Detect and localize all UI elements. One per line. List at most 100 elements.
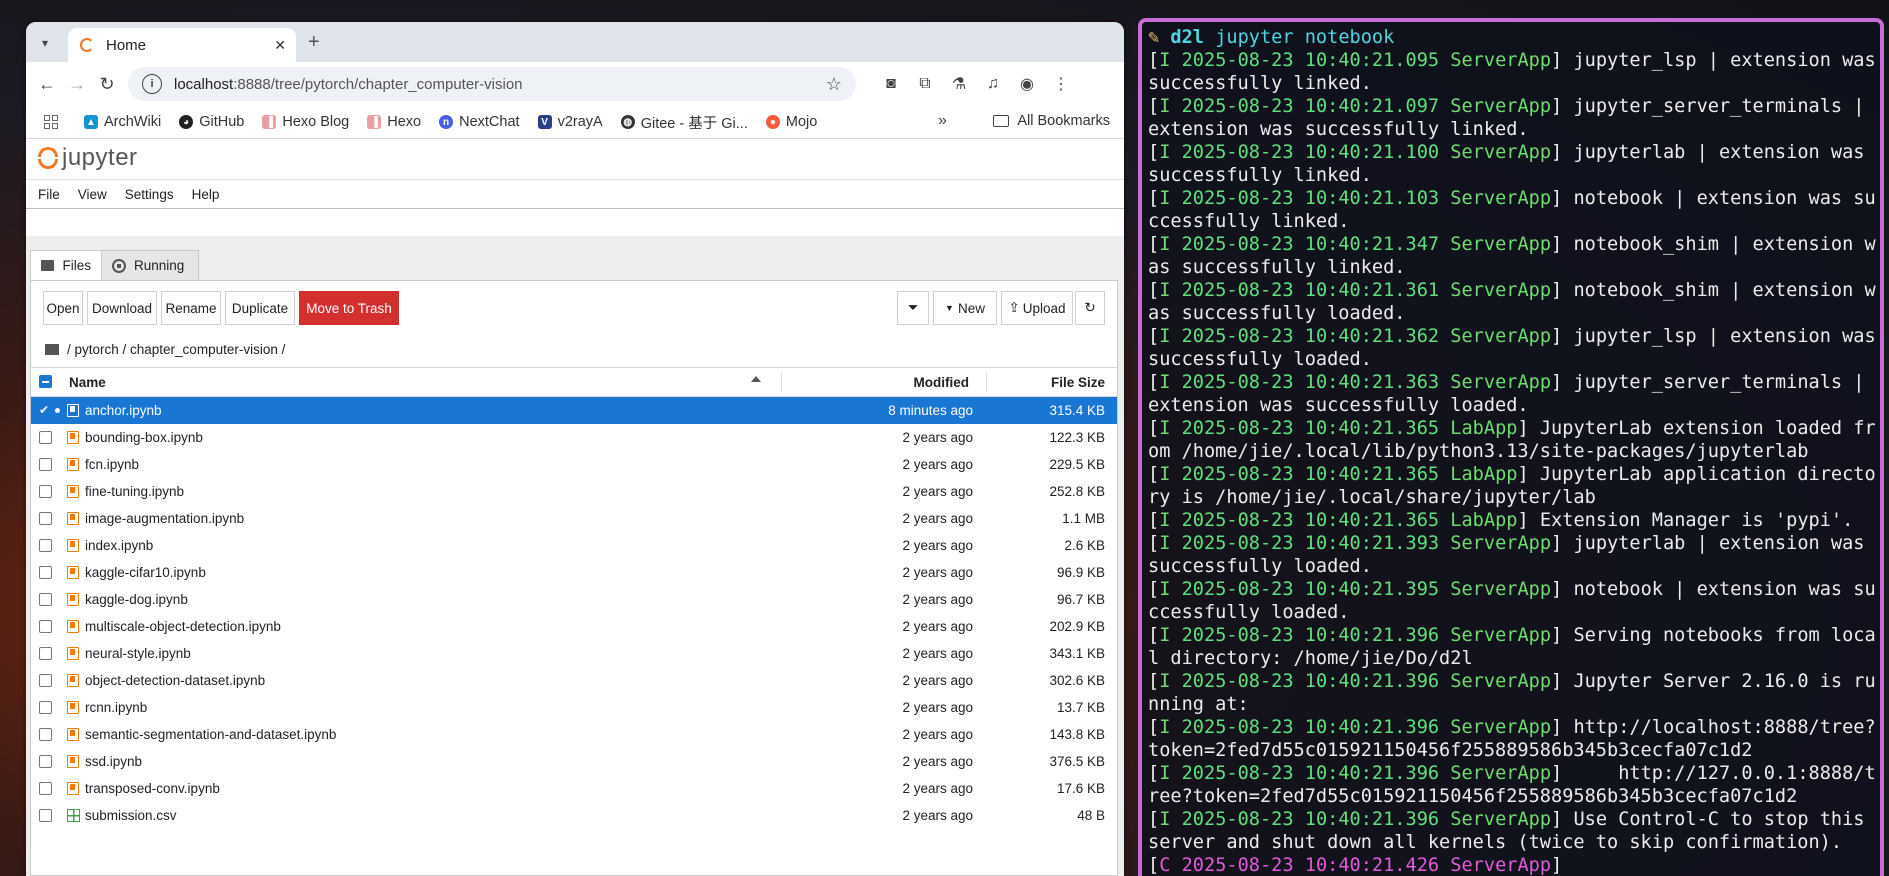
- column-divider[interactable]: [781, 372, 782, 392]
- rename-button[interactable]: Rename: [161, 291, 221, 325]
- file-checkbox[interactable]: [39, 593, 52, 606]
- file-name: fcn.ipynb: [85, 457, 140, 472]
- tab-files[interactable]: Files: [30, 250, 102, 280]
- browser-tab-home[interactable]: Home ✕: [68, 28, 296, 62]
- bookmark-v2raya[interactable]: Vv2rayA: [537, 114, 603, 130]
- glasses-extension-icon[interactable]: ◙: [874, 69, 908, 99]
- new-tab-button[interactable]: +: [308, 31, 320, 54]
- tab-search-icon[interactable]: ▾: [34, 32, 56, 54]
- bookmark-hexo-blog[interactable]: ▐ Hexo Blog: [262, 114, 349, 130]
- media-controls-icon[interactable]: ♫: [976, 69, 1010, 99]
- file-row[interactable]: semantic-segmentation-and-dataset.ipynb 2…: [31, 721, 1117, 748]
- file-checkbox[interactable]: [39, 674, 52, 687]
- bookmark-gitee[interactable]: ◍ Gitee - 基于 Gi...: [620, 112, 748, 133]
- bookmark-nextchat[interactable]: n NextChat: [439, 114, 520, 130]
- column-modified[interactable]: Modified: [914, 375, 970, 390]
- file-modified: 2 years ago: [902, 700, 973, 715]
- folder-icon[interactable]: [45, 343, 59, 355]
- file-checkbox[interactable]: [39, 566, 52, 579]
- file-row[interactable]: image-augmentation.ipynb 2 years ago 1.1 M…: [31, 505, 1117, 532]
- select-all-checkbox[interactable]: [39, 375, 52, 388]
- address-bar[interactable]: i localhost:8888/tree/pytorch/chapter_co…: [128, 67, 856, 101]
- terminal-window[interactable]: ✎ d2l jupyter notebook [I 2025-08-23 10:…: [1138, 18, 1884, 876]
- bookmark-star-icon[interactable]: ☆: [826, 74, 842, 95]
- file-checkbox[interactable]: [39, 728, 52, 741]
- all-bookmarks-button[interactable]: All Bookmarks: [993, 113, 1110, 129]
- url-text[interactable]: localhost:8888/tree/pytorch/chapter_comp…: [174, 76, 826, 93]
- log-app: LabApp: [1450, 418, 1518, 439]
- file-name: ssd.ipynb: [85, 754, 143, 769]
- file-checkbox[interactable]: [39, 539, 52, 552]
- site-info-icon[interactable]: i: [142, 74, 162, 94]
- file-checkbox[interactable]: [39, 647, 52, 660]
- column-file-size[interactable]: File Size: [1051, 375, 1105, 390]
- file-checkbox[interactable]: [39, 809, 52, 822]
- log-punctuation: [1439, 280, 1450, 301]
- file-row[interactable]: ssd.ipynb 2 years ago 376.5 KB: [31, 748, 1117, 775]
- menu-view[interactable]: View: [78, 187, 107, 202]
- bookmark-label: v2rayA: [557, 114, 603, 130]
- archwiki-icon: ▲: [84, 115, 98, 129]
- bookmark-label: Hexo Blog: [282, 114, 350, 130]
- file-checkbox[interactable]: [39, 620, 52, 633]
- upload-button[interactable]: ⇪ Upload: [1001, 291, 1073, 325]
- log-app: ServerApp: [1450, 50, 1552, 71]
- more-bookmarks-icon[interactable]: »: [938, 112, 947, 130]
- apps-grid-icon[interactable]: [44, 115, 60, 129]
- reload-button[interactable]: ↻: [92, 69, 122, 99]
- file-checkbox[interactable]: [39, 485, 52, 498]
- new-button[interactable]: ▼ New: [933, 291, 997, 325]
- more-menu-icon[interactable]: ⋮: [1044, 69, 1078, 99]
- bookmark-github[interactable]: ◕ GitHub: [179, 114, 244, 130]
- puzzle-extensions-icon[interactable]: ⧉: [908, 69, 942, 99]
- sort-ascending-icon[interactable]: [751, 376, 761, 382]
- filter-button[interactable]: ⏷: [897, 291, 929, 325]
- open-button[interactable]: Open: [43, 291, 83, 325]
- file-row[interactable]: rcnn.ipynb 2 years ago 13.7 KB: [31, 694, 1117, 721]
- file-row[interactable]: kaggle-cifar10.ipynb 2 years ago 96.9 KB: [31, 559, 1117, 586]
- column-name[interactable]: Name: [69, 375, 106, 390]
- file-checkbox[interactable]: ✔: [39, 404, 52, 417]
- forward-button[interactable]: →: [62, 69, 92, 99]
- file-checkbox[interactable]: [39, 431, 52, 444]
- file-checkbox[interactable]: [39, 701, 52, 714]
- file-row[interactable]: multiscale-object-detection.ipynb 2 years…: [31, 613, 1117, 640]
- file-row[interactable]: fcn.ipynb 2 years ago 229.5 KB: [31, 451, 1117, 478]
- lab-flask-icon[interactable]: ⚗: [942, 69, 976, 99]
- tab-running[interactable]: Running: [101, 250, 199, 280]
- bookmark-archwiki[interactable]: ▲ ArchWiki: [84, 114, 161, 130]
- file-row[interactable]: bounding-box.ipynb 2 years ago 122.3 KB: [31, 424, 1117, 451]
- file-row[interactable]: kaggle-dog.ipynb 2 years ago 96.7 KB: [31, 586, 1117, 613]
- file-row[interactable]: index.ipynb 2 years ago 2.6 KB: [31, 532, 1117, 559]
- file-size: 315.4 KB: [1049, 403, 1105, 418]
- menu-help[interactable]: Help: [192, 187, 220, 202]
- file-row[interactable]: fine-tuning.ipynb 2 years ago 252.8 KB: [31, 478, 1117, 505]
- hexo-icon: ▐: [367, 115, 382, 129]
- duplicate-button[interactable]: Duplicate: [225, 291, 295, 325]
- file-checkbox[interactable]: [39, 458, 52, 471]
- file-checkbox[interactable]: [39, 782, 52, 795]
- menu-settings[interactable]: Settings: [125, 187, 174, 202]
- breadcrumb-path[interactable]: / pytorch / chapter_computer-vision /: [67, 342, 285, 357]
- file-row[interactable]: submission.csv 2 years ago 48 B: [31, 802, 1117, 829]
- file-row[interactable]: transposed-conv.ipynb 2 years ago 17.6 KB: [31, 775, 1117, 802]
- profile-avatar-icon[interactable]: ◉: [1010, 69, 1044, 99]
- file-checkbox[interactable]: [39, 512, 52, 525]
- log-lvl: I: [1159, 372, 1171, 393]
- file-row[interactable]: object-detection-dataset.ipynb 2 years ag…: [31, 667, 1117, 694]
- close-tab-icon[interactable]: ✕: [274, 37, 286, 54]
- bookmark-hexo[interactable]: ▐ Hexo: [367, 114, 421, 130]
- column-divider[interactable]: [986, 372, 987, 392]
- all-bookmarks-label: All Bookmarks: [1017, 113, 1110, 129]
- move-to-trash-button[interactable]: Move to Trash: [299, 291, 399, 325]
- download-button[interactable]: Download: [87, 291, 157, 325]
- back-button[interactable]: ←: [32, 69, 62, 99]
- mojo-icon: ●: [765, 115, 780, 129]
- bookmark-mojo[interactable]: ● Mojo: [765, 114, 817, 130]
- jupyter-logo[interactable]: jupyter: [36, 144, 138, 172]
- file-checkbox[interactable]: [39, 755, 52, 768]
- file-row[interactable]: ✔ anchor.ipynb 8 minutes ago 315.4 KB: [31, 397, 1117, 424]
- file-row[interactable]: neural-style.ipynb 2 years ago 343.1 KB: [31, 640, 1117, 667]
- refresh-button[interactable]: ↻: [1075, 291, 1105, 325]
- menu-file[interactable]: File: [38, 187, 60, 202]
